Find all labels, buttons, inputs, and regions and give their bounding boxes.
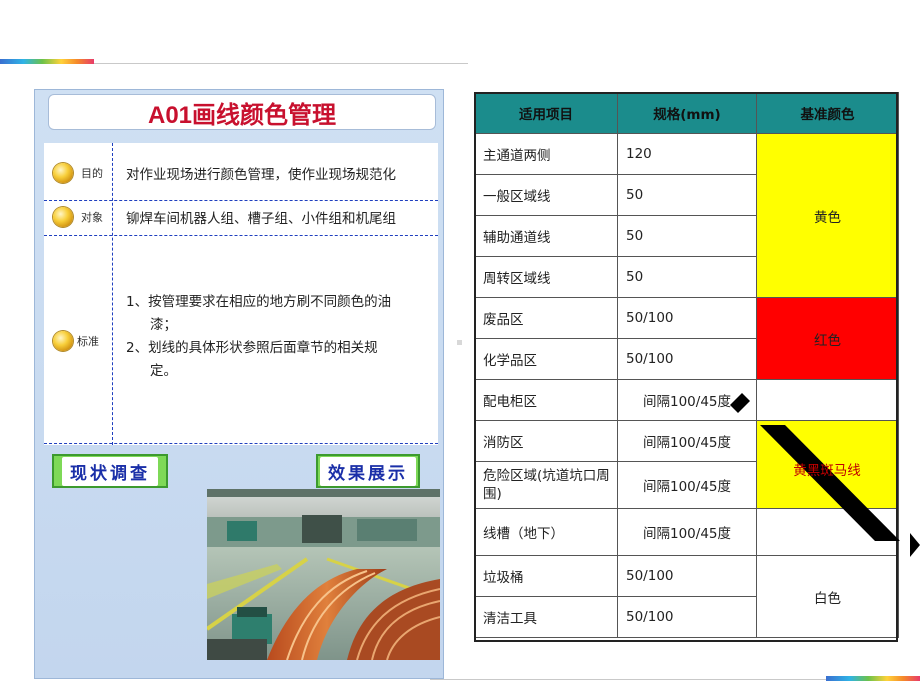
cell-item: 配电柜区 — [474, 379, 618, 421]
cell-item: 主通道两侧 — [474, 133, 618, 175]
cell-spec: 50 — [617, 174, 757, 216]
row-divider — [44, 443, 438, 444]
object-text: 铆焊车间机器人组、槽子组、小件组和机尾组 — [126, 211, 396, 227]
cell-spec: 50/100 — [617, 338, 757, 380]
bullet-icon — [53, 331, 73, 351]
purpose-text: 对作业现场进行颜色管理，使作业现场规范化 — [126, 167, 396, 183]
table-row: 主通道两侧 120 黄色 — [474, 133, 899, 298]
cell-item: 清洁工具 — [474, 596, 618, 638]
current-status-button[interactable]: 现状调查 — [52, 454, 168, 488]
cell-item: 化学品区 — [474, 338, 618, 380]
slide-marker — [457, 340, 462, 345]
bullet-icon — [53, 163, 73, 183]
cell-spec: 50 — [617, 215, 757, 257]
cell-spec: 50 — [617, 256, 757, 298]
cell-item: 消防区 — [474, 420, 618, 462]
stripe-color-label: 黄黑斑马线 — [793, 463, 861, 479]
column-divider — [112, 143, 113, 445]
header-spec: 规格(mm) — [617, 92, 757, 134]
row-label-object: 对象 — [81, 211, 103, 224]
cell-item: 线槽（地下） — [474, 508, 618, 556]
header-color: 基准颜色 — [756, 92, 899, 134]
cell-color-red: 红色 — [756, 297, 899, 380]
cell-item: 周转区域线 — [474, 256, 618, 298]
bullet-icon — [53, 207, 73, 227]
cell-spec: 120 — [617, 133, 757, 175]
current-status-label: 现状调查 — [62, 456, 158, 486]
row-label-standard: 标准 — [77, 335, 99, 348]
workshop-photo-graphic — [207, 489, 440, 660]
row-divider — [44, 235, 438, 236]
standard-line: 2、划线的具体形状参照后面章节的相关规 — [126, 340, 378, 356]
standard-line: 漆； — [150, 317, 177, 333]
table-row: 废品区 50/100 红色 — [474, 297, 899, 380]
top-accent-bar — [0, 59, 94, 64]
info-box: 目的 对作业现场进行颜色管理，使作业现场规范化 对象 铆焊车间机器人组、槽子组、… — [44, 143, 438, 445]
page-title: A01画线颜色管理 — [48, 94, 436, 130]
result-button[interactable]: 效果展示 — [316, 454, 420, 488]
workshop-photo — [207, 489, 440, 660]
cell-spec: 50/100 — [617, 596, 757, 638]
standard-line: 1、按管理要求在相应的地方刷不同颜色的油 — [126, 294, 392, 310]
cell-item: 一般区域线 — [474, 174, 618, 216]
cell-item: 垃圾桶 — [474, 555, 618, 597]
standard-text: 1、按管理要求在相应的地方刷不同颜色的油 漆； 2、划线的具体形状参照后面章节的… — [126, 291, 428, 383]
table-header-row: 适用项目 规格(mm) 基准颜色 — [474, 92, 899, 134]
cell-spec: 50/100 — [617, 297, 757, 339]
bottom-accent-bar — [826, 676, 920, 681]
standard-line: 定。 — [150, 363, 177, 379]
cell-item: 废品区 — [474, 297, 618, 339]
cell-item: 危险区域(坑道坑口周围) — [474, 461, 618, 509]
row-label-purpose: 目的 — [81, 167, 103, 180]
row-divider — [44, 200, 438, 201]
header-item: 适用项目 — [474, 92, 618, 134]
result-label: 效果展示 — [320, 456, 416, 486]
cell-color-white: 白色 — [756, 555, 899, 638]
cell-color-yellow: 黄色 — [756, 133, 899, 298]
cell-item: 辅助通道线 — [474, 215, 618, 257]
